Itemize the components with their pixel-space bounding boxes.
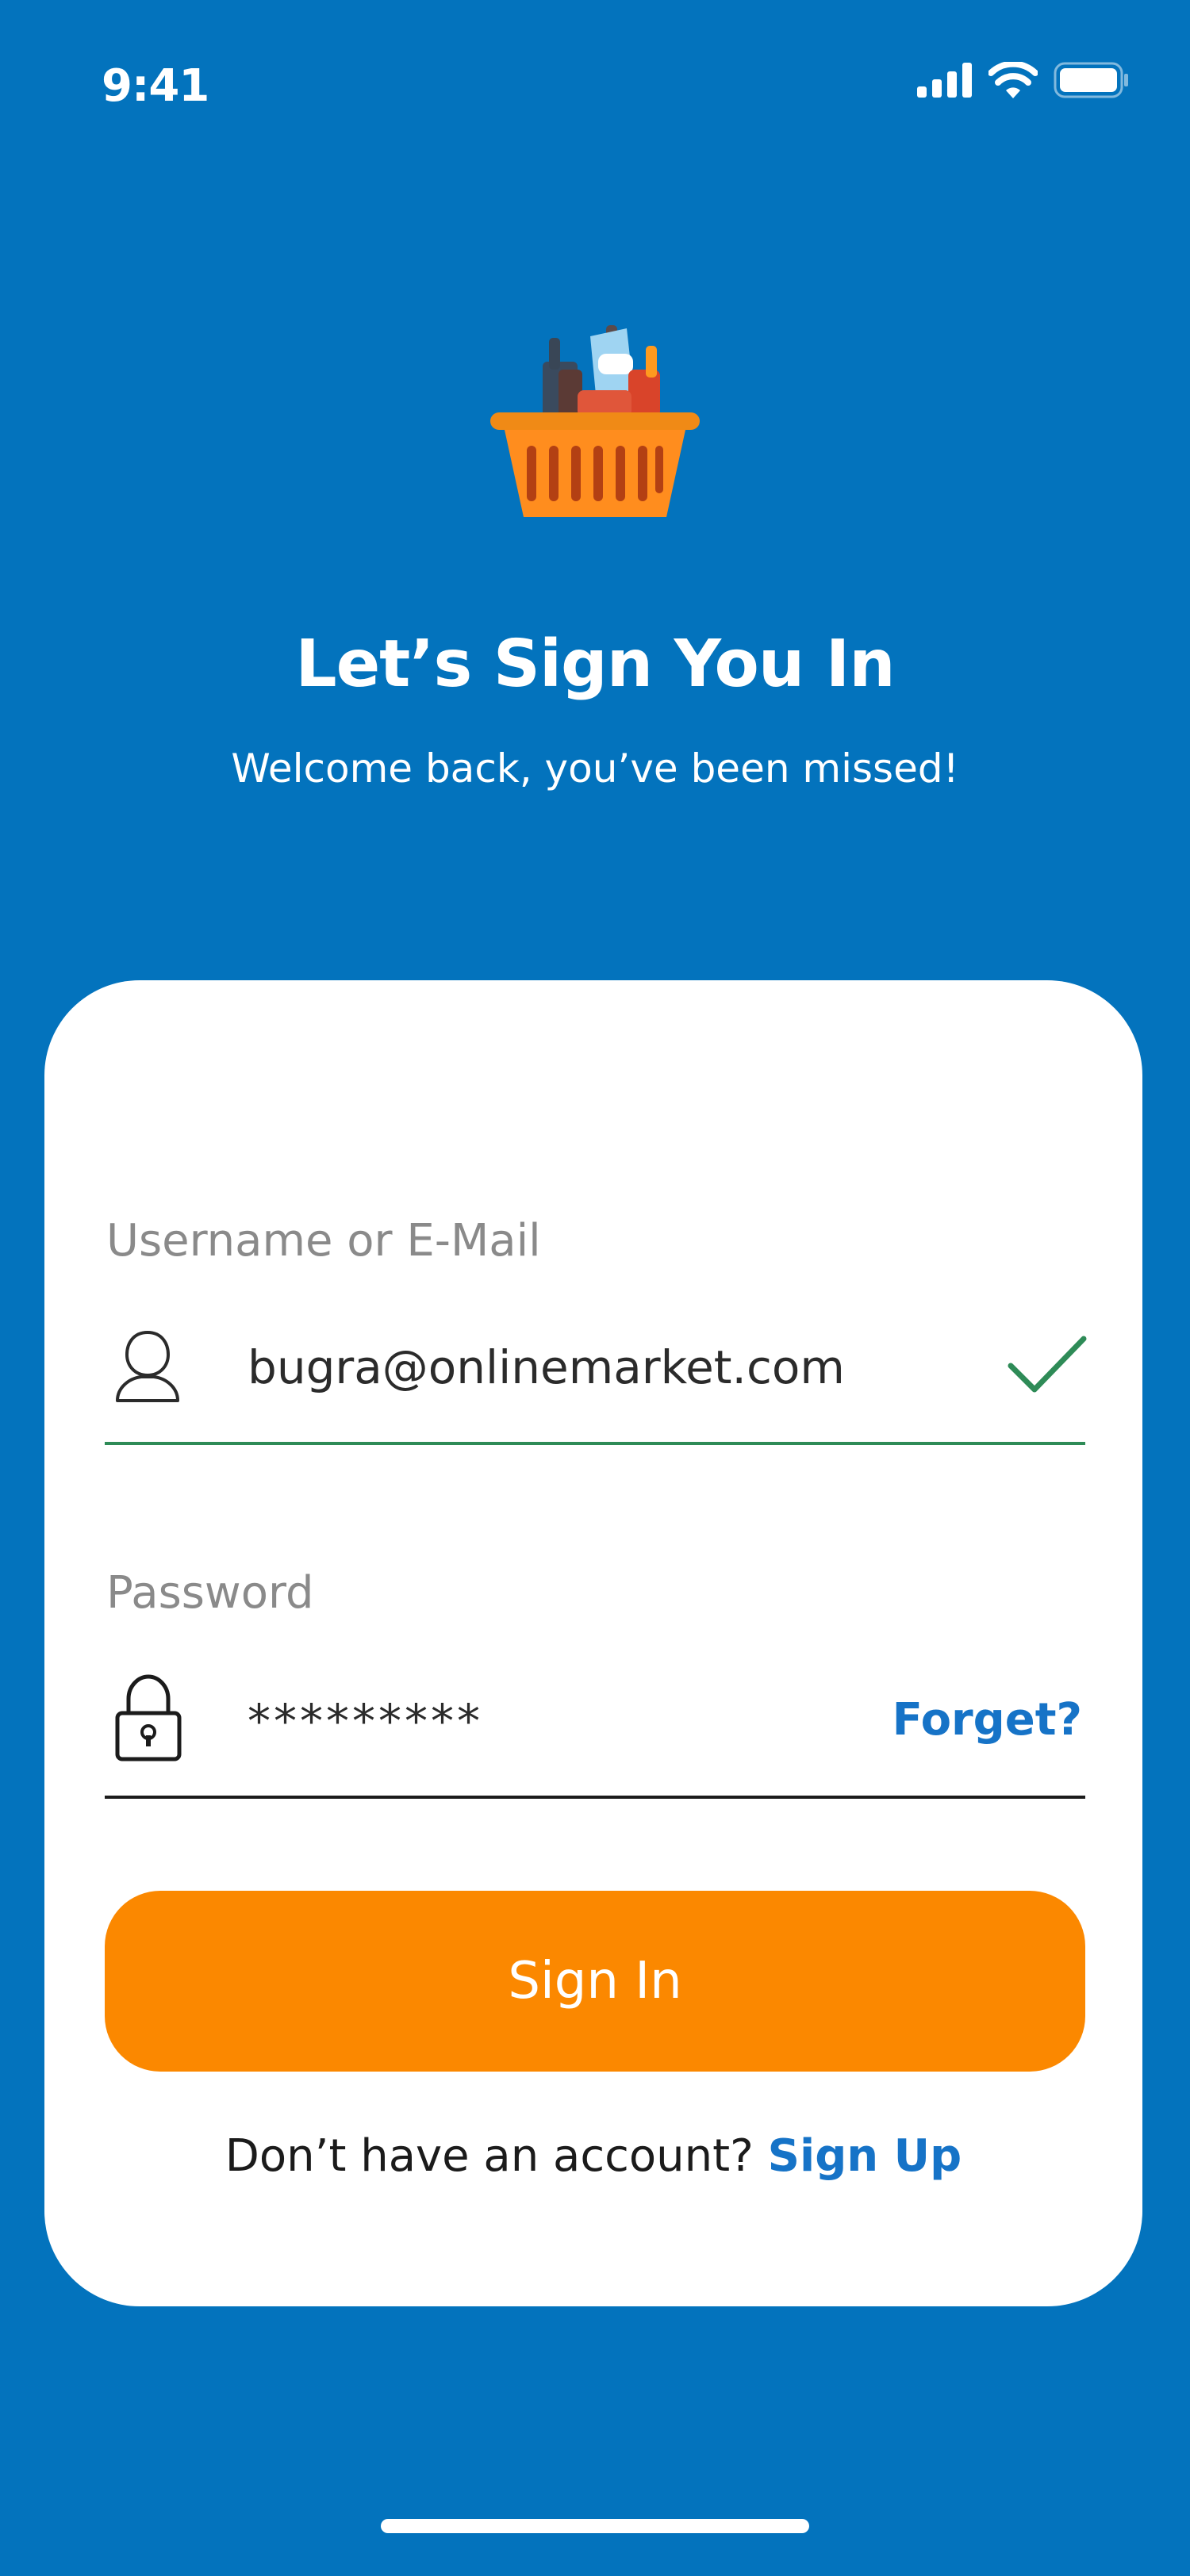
username-input[interactable]: bugra@onlinemarket.com (248, 1340, 845, 1394)
status-icons (917, 62, 1130, 98)
password-input[interactable]: ********* (248, 1694, 483, 1748)
page-title: Let’s Sign You In (295, 627, 895, 702)
username-underline (105, 1442, 1085, 1445)
user-icon (116, 1330, 179, 1402)
forgot-password-link[interactable]: Forget? (892, 1694, 1082, 1746)
battery-icon (1054, 62, 1128, 98)
sign-in-card: Username or E-Mail bugra@onlinemarket.co… (44, 980, 1142, 2306)
sign-in-screen: 9:41 Let’s Sign You In Welcome back, you… (0, 0, 1190, 2576)
sign-up-link[interactable]: Sign Up (768, 2130, 962, 2182)
lock-icon (115, 1674, 182, 1761)
wifi-icon (988, 62, 1038, 98)
username-label: Username or E-Mail (106, 1215, 541, 1267)
password-underline (105, 1796, 1085, 1799)
sign-in-button[interactable]: Sign In (105, 1891, 1085, 2072)
sign-up-prompt: Don’t have an account? (225, 2130, 754, 2182)
checkmark-icon (1008, 1336, 1087, 1393)
page-subtitle: Welcome back, you’ve been missed! (231, 746, 959, 792)
status-time: 9:41 (102, 60, 209, 112)
grocery-basket-icon (490, 325, 700, 517)
cellular-signal-icon (917, 63, 972, 98)
password-label: Password (106, 1567, 314, 1619)
sign-up-row: Don’t have an account? Sign Up (44, 2130, 1142, 2182)
home-indicator[interactable] (381, 2519, 809, 2533)
